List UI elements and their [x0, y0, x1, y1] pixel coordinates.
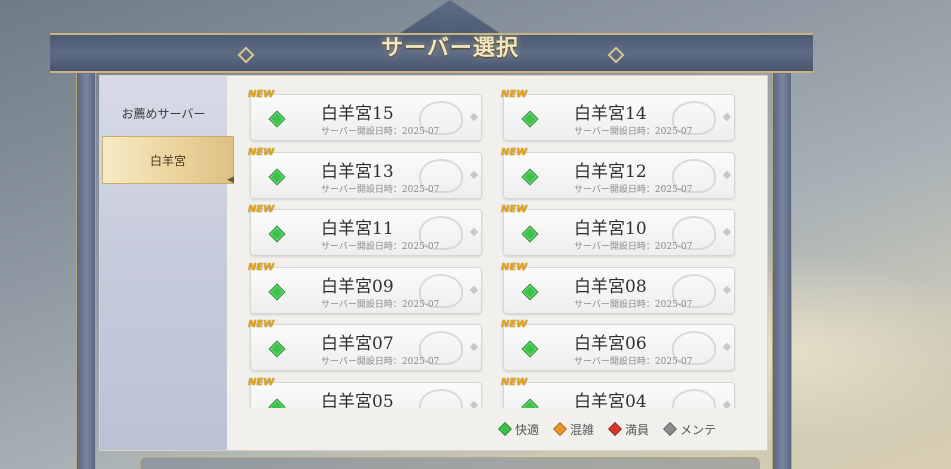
- diamond-pin-icon: [469, 227, 479, 237]
- server-open-date: サーバー開設日時：2025-07: [574, 357, 693, 367]
- status-smooth-icon: [497, 421, 513, 437]
- right-pillar: [772, 73, 792, 469]
- server-card[interactable]: NEW白羊宮05サーバー開設日時：2025-07: [248, 377, 482, 409]
- status-smooth-icon: [268, 398, 286, 408]
- diamond-pin-icon: [722, 170, 732, 179]
- server-name: 白羊宮12: [574, 161, 647, 182]
- diamond-pin-icon: [722, 227, 732, 237]
- server-card[interactable]: NEW 白羊宮08 サーバー開設日時：2025-07: [501, 262, 735, 314]
- status-smooth-icon: [268, 283, 286, 300]
- new-badge: NEW: [248, 146, 275, 158]
- sidebar-item-aries[interactable]: 白羊宮 ◀: [102, 136, 234, 185]
- server-card[interactable]: NEW 白羊宮07 サーバー開設日時：2025-07: [248, 319, 482, 371]
- status-full-icon: [607, 421, 623, 437]
- server-name: 白羊宮07: [321, 334, 394, 354]
- server-card[interactable]: NEW 白羊宮11 サーバー開設日時：2025-07: [248, 204, 482, 256]
- server-open-date: サーバー開設日時：2025-07: [321, 357, 440, 367]
- server-name: 白羊宮08: [574, 276, 647, 297]
- crest-decoration-icon: [672, 388, 716, 408]
- server-open-date: サーバー開設日時：2025-07: [574, 127, 693, 137]
- new-badge: NEW: [501, 204, 528, 215]
- sidebar: お薦めサーバー 白羊宮 ◀: [100, 76, 234, 450]
- server-open-date: サーバー開設日時：2025-07: [321, 127, 440, 137]
- server-name: 白羊宮14: [574, 104, 647, 124]
- legend-item: 混雑: [552, 421, 595, 438]
- server-card[interactable]: NEW 白羊宮13 サーバー開設日時：2025-07: [248, 147, 482, 199]
- server-open-date: サーバー開設日時：2025-07: [574, 242, 693, 252]
- server-list[interactable]: NEW 白羊宮15 サーバー開設日時：2025-07 NEW 白羊宮14 サーバー開設日時…: [240, 86, 760, 408]
- diamond-pin-icon: [469, 342, 479, 352]
- new-badge: NEW: [248, 319, 275, 330]
- server-card[interactable]: NEW 白羊宮10 サーバー開設日時：2025-07: [501, 204, 735, 256]
- diamond-pin-icon: [469, 285, 479, 294]
- new-badge: NEW: [501, 319, 528, 330]
- page-title: サーバー選択: [381, 35, 519, 61]
- new-badge: NEW: [248, 376, 275, 388]
- sidebar-item-label: 白羊宮: [149, 154, 186, 168]
- new-badge: NEW: [501, 376, 528, 388]
- server-name: 白羊宮05: [321, 391, 394, 409]
- server-card[interactable]: NEW 白羊宮09 サーバー開設日時：2025-07: [248, 262, 482, 314]
- status-smooth-icon: [268, 340, 286, 358]
- status-smooth-icon: [268, 168, 286, 185]
- diamond-pin-icon: [722, 400, 732, 408]
- diamond-pin-icon: [722, 342, 732, 352]
- server-card[interactable]: NEW 白羊宮14 サーバー開設日時：2025-07: [501, 89, 735, 141]
- legend-label: メンテ: [680, 422, 717, 437]
- legend-label: 混雑: [570, 422, 595, 437]
- server-open-date: サーバー開設日時：2025-07: [574, 184, 693, 195]
- legend-label: 満員: [625, 422, 650, 437]
- server-card[interactable]: NEW 白羊宮15 サーバー開設日時：2025-07: [248, 89, 482, 141]
- server-card[interactable]: NEW 白羊宮12 サーバー開設日時：2025-07: [501, 147, 735, 199]
- status-maintenance-icon: [662, 421, 678, 437]
- status-legend: 快適 混雑 満員 メンテ: [497, 419, 717, 439]
- legend-item: 快適: [497, 421, 540, 438]
- legend-label: 快適: [515, 422, 540, 437]
- sidebar-item-label: お薦めサーバー: [121, 107, 206, 121]
- status-smooth-icon: [521, 110, 539, 128]
- server-card[interactable]: NEW白羊宮04サーバー開設日時：2025-07: [501, 377, 735, 409]
- new-badge: NEW: [501, 146, 528, 158]
- crest-decoration-icon: [419, 388, 463, 408]
- diamond-pin-icon: [469, 170, 479, 179]
- status-smooth-icon: [521, 398, 539, 408]
- diamond-pin-icon: [469, 400, 479, 408]
- server-name: 白羊宮09: [321, 276, 394, 297]
- sidebar-item-recommended[interactable]: お薦めサーバー: [100, 90, 227, 138]
- server-card[interactable]: NEW 白羊宮06 サーバー開設日時：2025-07: [501, 319, 735, 371]
- diamond-pin-icon: [722, 285, 732, 294]
- server-open-date: サーバー開設日時：2025-07: [321, 184, 440, 195]
- new-badge: NEW: [248, 261, 275, 273]
- new-badge: NEW: [248, 89, 275, 100]
- frame-ornament-icon: [607, 46, 625, 64]
- server-name: 白羊宮15: [321, 104, 394, 124]
- frame-ornament-icon: [237, 46, 255, 64]
- status-smooth-icon: [268, 110, 286, 128]
- caret-left-icon: ◀: [227, 175, 234, 185]
- status-smooth-icon: [521, 168, 539, 185]
- server-name: 白羊宮10: [574, 219, 647, 239]
- bottom-frame: [140, 457, 760, 469]
- server-select-panel: お薦めサーバー 白羊宮 ◀ NEW 白羊宮15 サーバー開設日時：2025-07 NE…: [99, 75, 768, 451]
- server-open-date: サーバー開設日時：2025-07: [321, 242, 440, 252]
- server-open-date: サーバー開設日時：2025-07: [321, 299, 440, 310]
- server-open-date: サーバー開設日時：2025-07: [574, 299, 693, 310]
- status-smooth-icon: [521, 225, 539, 243]
- new-badge: NEW: [501, 89, 528, 100]
- status-busy-icon: [552, 421, 568, 437]
- diamond-pin-icon: [469, 112, 479, 122]
- new-badge: NEW: [248, 204, 275, 215]
- server-name: 白羊宮04: [574, 391, 647, 409]
- left-pillar: [76, 73, 96, 469]
- status-smooth-icon: [521, 340, 539, 358]
- diamond-pin-icon: [722, 112, 732, 122]
- server-name: 白羊宮06: [574, 334, 647, 354]
- legend-item: メンテ: [662, 421, 717, 438]
- status-smooth-icon: [521, 283, 539, 300]
- server-name: 白羊宮11: [321, 219, 394, 239]
- legend-item: 満員: [607, 421, 650, 438]
- server-name: 白羊宮13: [321, 161, 394, 182]
- new-badge: NEW: [501, 261, 528, 273]
- status-smooth-icon: [268, 225, 286, 243]
